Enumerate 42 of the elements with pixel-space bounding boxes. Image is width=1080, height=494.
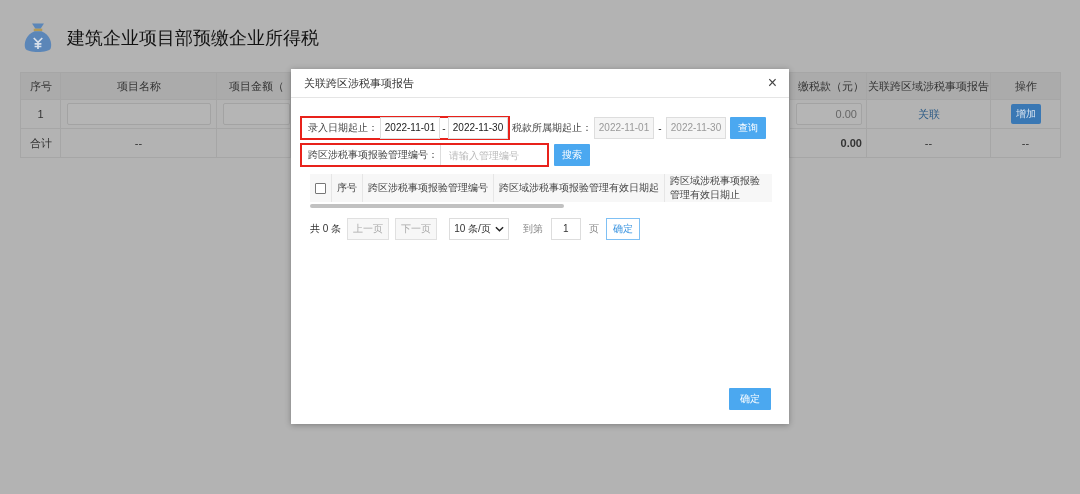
table-cell: --	[1021, 137, 1030, 149]
add-button[interactable]: 增加	[1010, 104, 1041, 124]
tax-amount-field[interactable]: 0.00	[796, 103, 862, 125]
range-separator: -	[441, 122, 447, 134]
goto-label: 到第	[522, 222, 543, 236]
column-header: 序号	[29, 78, 52, 94]
column-header: 序号	[337, 181, 357, 195]
column-header: 项目名称	[116, 78, 161, 94]
row-number: 1	[37, 108, 44, 120]
filter-label: 税款所属期起止：	[512, 121, 592, 135]
total-label: 合计	[29, 135, 52, 151]
close-button[interactable]: ×	[765, 75, 779, 91]
column-header: 跨区域涉税事项报验管理有效日期止	[670, 174, 761, 202]
column-header: 缴税款（元）	[798, 78, 864, 94]
query-button[interactable]: 查询	[730, 117, 766, 139]
chevron-down-icon	[494, 226, 504, 232]
page-title: 建筑企业项目部预缴企业所得税	[67, 27, 319, 50]
go-button[interactable]: 确定	[605, 218, 640, 240]
total-amount: 0.00	[840, 137, 862, 149]
search-button[interactable]: 搜索	[554, 144, 590, 166]
page-unit: 页	[588, 222, 599, 236]
filter-label: 录入日期起止：	[308, 121, 378, 135]
page-size-dropdown[interactable]: 10 条/页	[449, 218, 509, 240]
range-separator: -	[657, 122, 663, 134]
scrollbar[interactable]	[310, 204, 564, 208]
confirm-button[interactable]: 确定	[729, 388, 771, 410]
date-field[interactable]: 2022-11-30	[448, 117, 508, 139]
column-header: 操作	[1014, 78, 1037, 94]
column-header: 关联跨区域涉税事项报告	[868, 78, 989, 94]
date-field[interactable]: 2022-11-01	[380, 117, 440, 139]
table-cell: --	[134, 137, 143, 149]
filter-label: 跨区涉税事项报验管理编号：	[308, 148, 438, 162]
column-header: 跨区涉税事项报验管理编号	[368, 181, 488, 195]
dialog-title: 关联跨区涉税事项报告	[304, 75, 414, 91]
page-number-field[interactable]: 1	[550, 218, 581, 240]
project-amount-field[interactable]	[223, 103, 290, 125]
column-header: 跨区域涉税事项报验管理有效日期起	[499, 181, 659, 195]
select-all-checkbox[interactable]	[315, 182, 326, 194]
total-count: 共 0 条	[310, 222, 342, 236]
link-report[interactable]: 关联	[917, 106, 940, 122]
table-cell: --	[924, 137, 933, 149]
column-header: 项目金额（	[229, 78, 284, 94]
